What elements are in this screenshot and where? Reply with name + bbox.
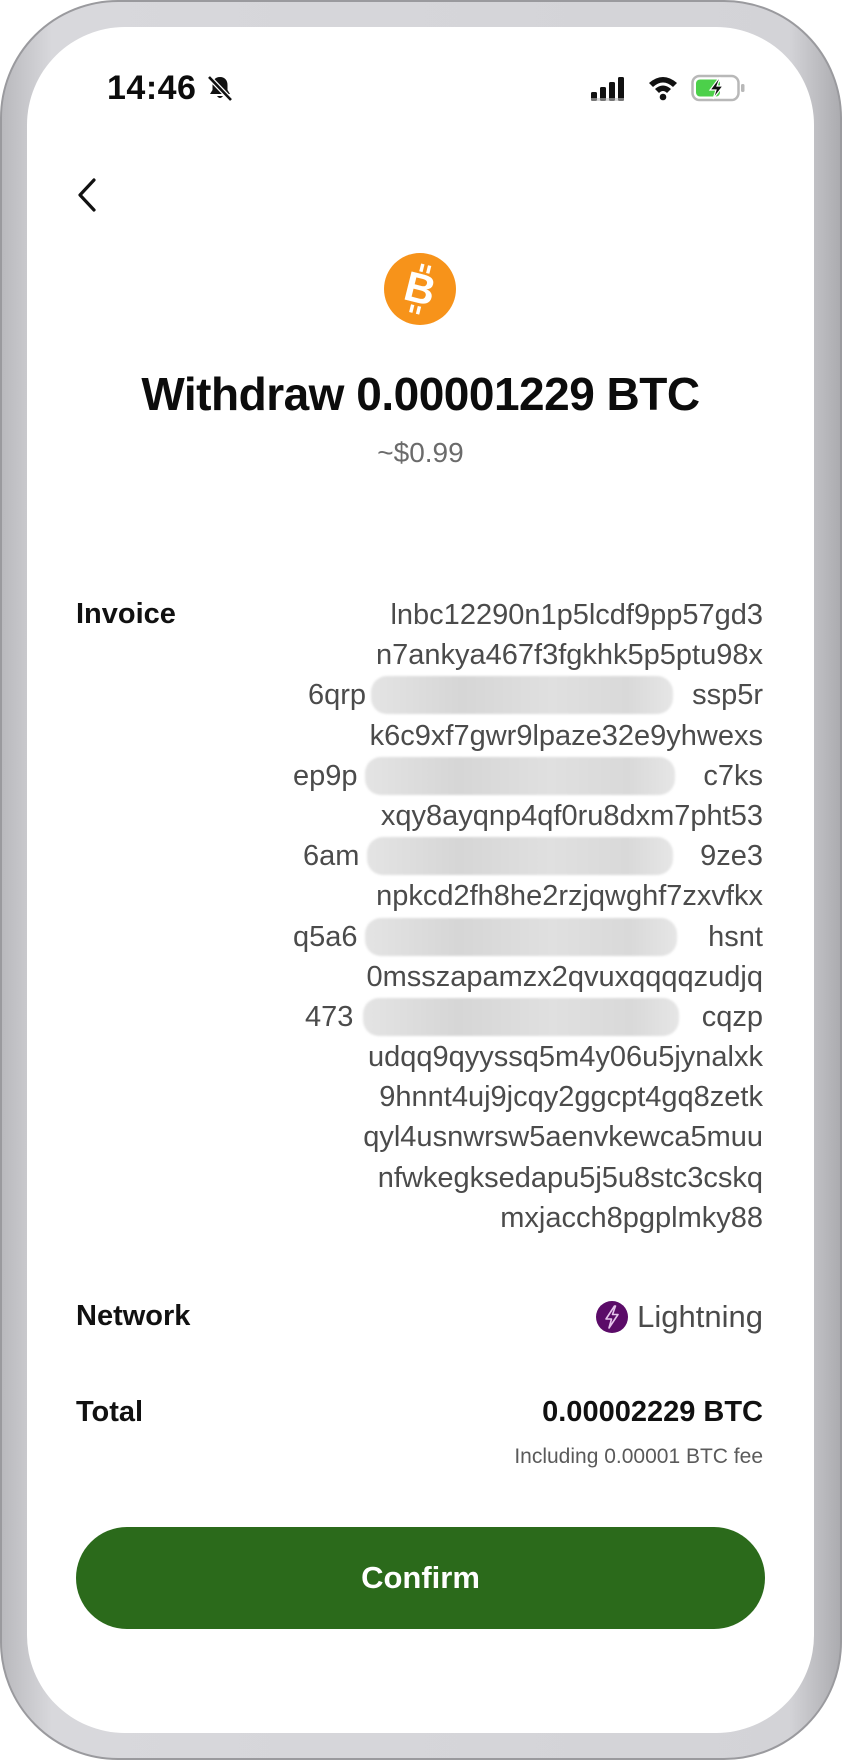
chevron-left-icon: [78, 178, 96, 212]
page-title: Withdraw 0.00001229 BTC: [141, 368, 700, 420]
invoice-fragment: 473: [305, 1000, 354, 1033]
invoice-fragment: ssp5r: [692, 679, 763, 712]
lightning-bolt-icon: [596, 1301, 629, 1333]
invoice-fragment: ep9p: [293, 759, 358, 792]
invoice-line: mxjacch8pgplmky88: [500, 1201, 763, 1234]
invoice-fragment: 9ze3: [700, 840, 763, 873]
battery-charging-icon: [691, 74, 745, 102]
invoice-line: k6c9xf7gwr9lpaze32e9yhwexs: [369, 719, 763, 752]
invoice-fragment: hsnt: [708, 920, 763, 953]
network-label: Network: [76, 1300, 191, 1332]
invoice-line: 9hnnt4uj9jcqy2ggcpt4gq8zetk: [379, 1081, 763, 1114]
redaction-blur: [365, 756, 675, 795]
fiat-value: ~$0.99: [377, 437, 464, 468]
invoice-line: qyl4usnwrsw5aenvkewca5muu: [363, 1121, 763, 1154]
wifi-icon: [649, 77, 677, 101]
invoice-line: xqy8ayqnp4qf0ru8dxm7pht53: [380, 799, 763, 832]
invoice-fragment: cqzp: [701, 1000, 763, 1033]
invoice-fragment: q5a6: [293, 920, 358, 953]
invoice-value[interactable]: lnbc12290n1p5lcdf9pp57gd3 n7ankya467f3fg…: [293, 595, 763, 1238]
invoice-fragment: c7ks: [703, 759, 763, 792]
invoice-label: Invoice: [76, 598, 176, 630]
confirm-button[interactable]: Confirm: [76, 1527, 765, 1629]
invoice-line-redacted: 6qrp ssp5r: [293, 675, 763, 715]
fee-note: Including 0.00001 BTC fee: [514, 1445, 763, 1468]
invoice-fragment: 6qrp: [308, 679, 367, 712]
invoice-line: nfwkegksedapu5j5u8stc3cskq: [377, 1161, 763, 1194]
status-time: 14:46: [107, 69, 197, 107]
invoice-line-redacted: q5a6 hsnt: [293, 917, 763, 957]
invoice-line: n7ankya467f3fgkhk5p5ptu98x: [376, 639, 763, 672]
bell-slash-icon: [207, 75, 233, 102]
network-name: Lightning: [637, 1299, 763, 1334]
redaction-blur: [365, 917, 677, 956]
invoice-line-redacted: 6am 9ze3: [293, 836, 763, 876]
total-value: 0.00002229 BTC: [542, 1396, 763, 1428]
invoice-line: 0msszapamzx2qvuxqqqqzudjq: [366, 960, 763, 993]
invoice-line-redacted: ep9p c7ks: [293, 756, 763, 796]
redaction-blur: [367, 837, 673, 876]
redaction-blur: [371, 676, 673, 715]
screen: 14:46 B Withdraw 0.00001229 BTC ~$0.99 I…: [27, 27, 814, 1733]
cellular-signal-icon: [591, 77, 624, 101]
invoice-line: npkcd2fh8he2rzjqwghf7zxvfkx: [376, 880, 763, 913]
invoice-line-redacted: 473 cqzp: [293, 997, 763, 1037]
total-label: Total: [76, 1396, 144, 1428]
network-value: Lightning: [595, 1299, 763, 1335]
redaction-blur: [363, 997, 679, 1036]
invoice-fragment: 6am: [303, 840, 360, 873]
invoice-line: udqq9qyyssq5m4y06u5jynalxk: [368, 1041, 763, 1074]
invoice-line: lnbc12290n1p5lcdf9pp57gd3: [390, 599, 763, 631]
bitcoin-icon: B: [384, 253, 456, 325]
back-button[interactable]: [63, 167, 111, 223]
